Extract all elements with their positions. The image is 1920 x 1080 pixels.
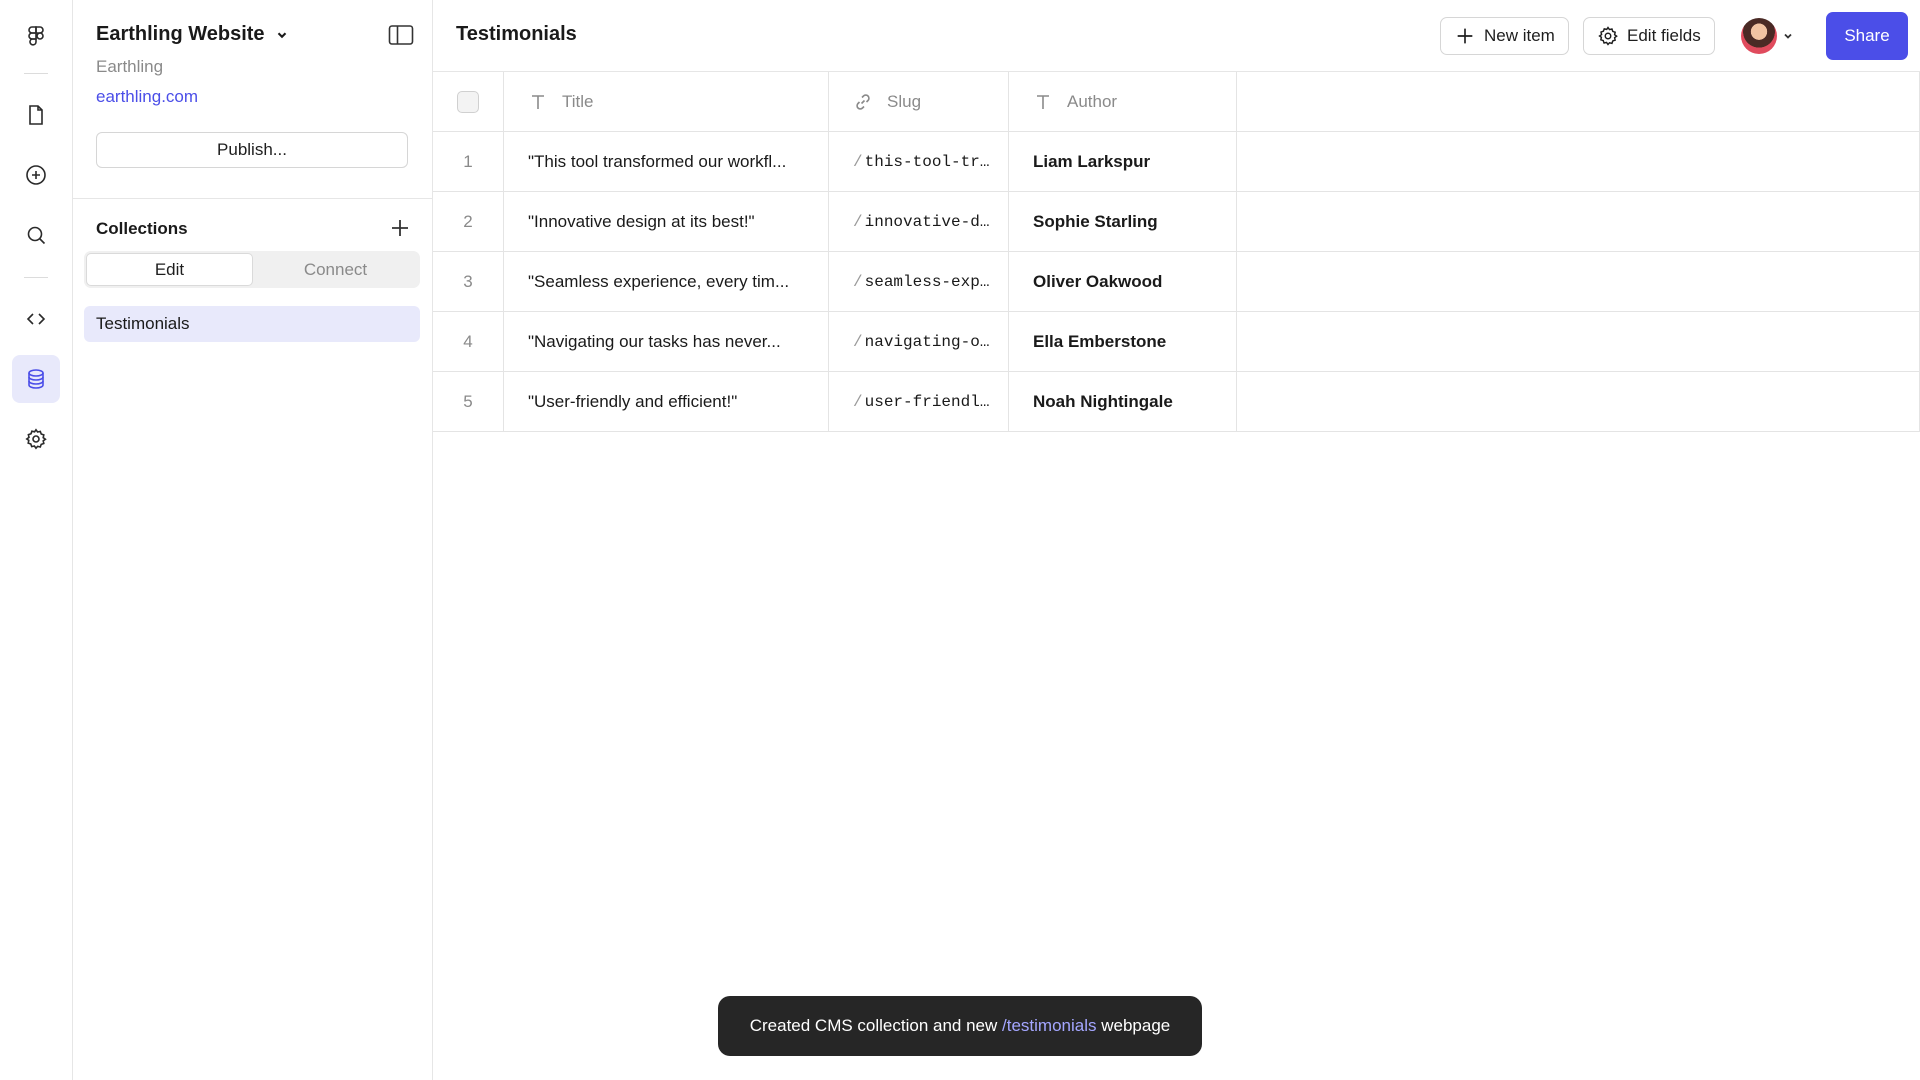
- empty-cell: [1237, 192, 1920, 252]
- title-cell[interactable]: "Innovative design at its best!": [504, 192, 829, 252]
- title-value: "Navigating our tasks has never...: [528, 332, 781, 351]
- page-title: Testimonials: [456, 23, 577, 45]
- collections-panel: Earthling Website Earthling earthling.co…: [73, 0, 433, 1080]
- cms-table: Title Slug Author 1 "This tool transform…: [433, 72, 1920, 432]
- row-number: 4: [433, 312, 504, 372]
- top-toolbar: Testimonials New item Edit fields Share: [433, 0, 1920, 72]
- project-title: Earthling Website: [96, 23, 265, 45]
- title-cell[interactable]: "Navigating our tasks has never...: [504, 312, 829, 372]
- code-icon[interactable]: [12, 295, 60, 343]
- collections-heading: Collections: [96, 219, 188, 238]
- slug-value: navigating-o…: [864, 333, 990, 351]
- table-row[interactable]: 4 "Navigating our tasks has never... / na…: [433, 312, 1920, 372]
- table-row[interactable]: 3 "Seamless experience, every tim... / se…: [433, 252, 1920, 312]
- toast-page-link[interactable]: /testimonials: [1002, 1016, 1096, 1036]
- title-cell[interactable]: "This tool transformed our workfl...: [504, 132, 829, 192]
- pages-icon[interactable]: [12, 91, 60, 139]
- plus-icon: [1457, 28, 1473, 44]
- slug-value: seamless-exp…: [864, 273, 990, 291]
- title-cell[interactable]: "User-friendly and efficient!": [504, 372, 829, 432]
- author-cell[interactable]: Ella Emberstone: [1009, 312, 1237, 372]
- link-icon: [856, 94, 870, 110]
- toast-suffix: webpage: [1101, 1016, 1171, 1035]
- icon-rail: [0, 0, 73, 1080]
- slug-cell[interactable]: / navigating-o…: [829, 312, 1009, 372]
- main-content: Testimonials New item Edit fields Share: [433, 0, 1920, 1080]
- cms-database-icon[interactable]: [12, 355, 60, 403]
- chevron-down-icon[interactable]: [1782, 30, 1794, 42]
- column-label: Title: [562, 92, 594, 111]
- author-cell[interactable]: Sophie Starling: [1009, 192, 1237, 252]
- select-all-checkbox[interactable]: [457, 91, 479, 113]
- title-value: "Seamless experience, every tim...: [528, 272, 790, 291]
- slug-cell[interactable]: / innovative-d…: [829, 192, 1009, 252]
- author-cell[interactable]: Oliver Oakwood: [1009, 252, 1237, 312]
- empty-column: [1237, 72, 1920, 132]
- sidebar-toggle-icon[interactable]: [388, 24, 414, 46]
- user-avatar[interactable]: [1741, 18, 1777, 54]
- tab-edit[interactable]: Edit: [86, 253, 253, 286]
- slug-cell[interactable]: / seamless-exp…: [829, 252, 1009, 312]
- author-cell[interactable]: Liam Larkspur: [1009, 132, 1237, 192]
- chevron-down-icon: [277, 32, 286, 38]
- new-item-label: New item: [1484, 26, 1555, 45]
- search-icon[interactable]: [12, 211, 60, 259]
- edit-fields-label: Edit fields: [1627, 26, 1701, 45]
- slug-value: innovative-d…: [864, 213, 990, 231]
- toast-notification: Created CMS collection and new /testimon…: [718, 996, 1202, 1056]
- author-cell[interactable]: Noah Nightingale: [1009, 372, 1237, 432]
- figma-logo-icon[interactable]: [12, 12, 60, 60]
- text-type-icon: [1037, 95, 1049, 109]
- project-switcher[interactable]: Earthling Website: [96, 23, 289, 46]
- table-row[interactable]: 2 "Innovative design at its best!" / inno…: [433, 192, 1920, 252]
- empty-cell: [1237, 372, 1920, 432]
- column-header-title[interactable]: Title: [504, 72, 829, 132]
- table-row[interactable]: 5 "User-friendly and efficient!" / user-f…: [433, 372, 1920, 432]
- gear-icon: [1598, 26, 1618, 46]
- row-number: 5: [433, 372, 504, 432]
- slug-value: this-tool-tr…: [864, 153, 990, 171]
- rail-divider: [24, 277, 48, 278]
- publish-button[interactable]: Publish...: [96, 132, 408, 168]
- toast-prefix: Created CMS collection and new: [749, 1016, 998, 1035]
- insert-icon[interactable]: [12, 151, 60, 199]
- add-collection-icon[interactable]: [388, 216, 412, 240]
- rail-divider: [24, 73, 48, 74]
- row-number: 2: [433, 192, 504, 252]
- edit-fields-button[interactable]: Edit fields: [1583, 17, 1715, 55]
- empty-cell: [1237, 132, 1920, 192]
- title-value: "Innovative design at its best!": [528, 212, 755, 231]
- organization-name: Earthling: [96, 57, 164, 76]
- edit-connect-segmented-control: Edit Connect: [84, 251, 420, 288]
- table-header-row: Title Slug Author: [433, 72, 1920, 132]
- column-header-slug[interactable]: Slug: [829, 72, 1009, 132]
- site-domain-link[interactable]: earthling.com: [96, 87, 198, 107]
- title-value: "User-friendly and efficient!": [528, 392, 738, 411]
- app-window: Earthling Website Earthling earthling.co…: [0, 0, 1920, 1080]
- slug-cell[interactable]: / this-tool-tr…: [829, 132, 1009, 192]
- settings-gear-icon[interactable]: [12, 415, 60, 463]
- row-number: 3: [433, 252, 504, 312]
- select-all-cell: [433, 72, 504, 132]
- empty-cell: [1237, 252, 1920, 312]
- slug-cell[interactable]: / user-friendl…: [829, 372, 1009, 432]
- tab-connect[interactable]: Connect: [253, 253, 418, 286]
- new-item-button[interactable]: New item: [1440, 17, 1569, 55]
- text-type-icon: [532, 95, 544, 109]
- column-header-author[interactable]: Author: [1009, 72, 1237, 132]
- column-label: Slug: [887, 92, 922, 111]
- title-cell[interactable]: "Seamless experience, every tim...: [504, 252, 829, 312]
- row-number: 1: [433, 132, 504, 192]
- table-row[interactable]: 1 "This tool transformed our workfl... /…: [433, 132, 1920, 192]
- slug-value: user-friendl…: [864, 393, 990, 411]
- empty-cell: [1237, 312, 1920, 372]
- title-value: "This tool transformed our workfl...: [528, 152, 787, 171]
- panel-divider: [73, 198, 433, 199]
- share-button[interactable]: Share: [1826, 12, 1908, 60]
- collection-item-testimonials[interactable]: Testimonials: [84, 306, 420, 342]
- column-label: Author: [1067, 92, 1118, 111]
